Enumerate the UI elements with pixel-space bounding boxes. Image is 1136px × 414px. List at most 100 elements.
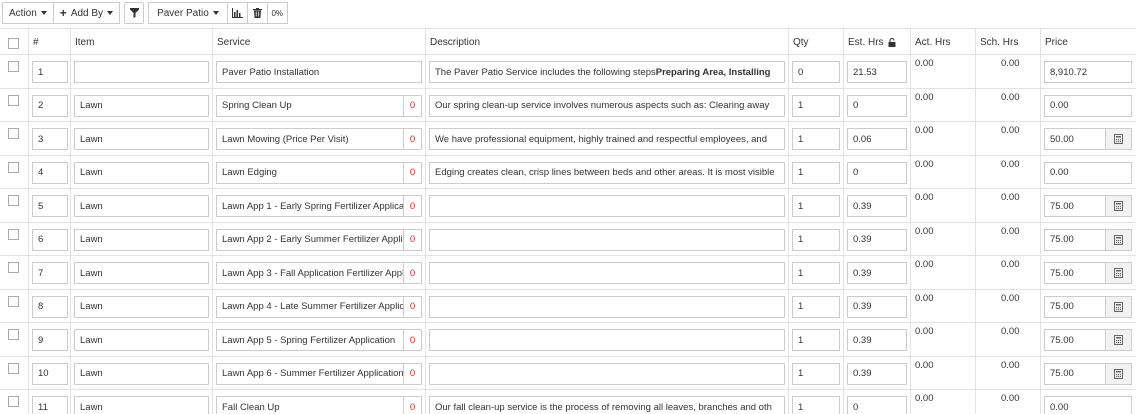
est-hrs-input[interactable]: 21.53 [847,61,907,83]
service-count-badge[interactable]: 0 [404,94,422,117]
service-input[interactable]: Lawn App 1 - Early Spring Fertilizer App… [216,195,404,217]
service-count-badge[interactable]: 0 [404,128,422,150]
description-input[interactable] [429,329,785,351]
service-count-badge[interactable]: 0 [404,329,422,351]
qty-input[interactable]: 1 [792,329,840,351]
row-checkbox[interactable] [8,362,19,374]
price-input[interactable]: 75.00 [1044,195,1106,217]
row-checkbox[interactable] [8,396,19,407]
service-input[interactable]: Lawn App 4 - Late Summer Fertilizer Appl… [216,295,404,318]
description-input[interactable]: Our fall clean-up service is the process… [429,396,785,414]
row-number-input[interactable]: 4 [32,161,68,184]
price-input[interactable]: 75.00 [1044,262,1106,284]
price-calculator-button[interactable] [1106,128,1132,150]
row-number-input[interactable]: 7 [32,262,68,284]
service-input[interactable]: Paver Patio Installation [216,61,422,83]
item-input[interactable]: Lawn [74,161,209,184]
row-checkbox[interactable] [8,128,19,139]
qty-input[interactable]: 1 [792,362,840,385]
est-hrs-input[interactable]: 0 [847,396,907,414]
description-input[interactable] [429,362,785,385]
qty-input[interactable]: 1 [792,295,840,318]
est-hrs-input[interactable]: 0 [847,94,907,117]
service-input[interactable]: Spring Clean Up [216,94,404,117]
price-input[interactable]: 0.00 [1044,94,1132,117]
service-input[interactable]: Lawn Edging [216,161,404,184]
qty-input[interactable]: 1 [792,94,840,117]
row-checkbox[interactable] [8,161,19,173]
est-hrs-input[interactable]: 0.06 [847,128,907,150]
row-checkbox[interactable] [8,94,19,106]
est-hrs-input[interactable]: 0.39 [847,195,907,217]
price-calculator-button[interactable] [1106,262,1132,284]
row-number-input[interactable]: 8 [32,295,68,318]
service-input[interactable]: Lawn Mowing (Price Per Visit) [216,128,404,150]
est-hrs-input[interactable]: 0.39 [847,262,907,284]
description-input[interactable]: Our spring clean-up service involves num… [429,94,785,117]
row-checkbox[interactable] [8,329,19,340]
qty-input[interactable]: 1 [792,195,840,217]
row-number-input[interactable]: 10 [32,362,68,385]
description-input[interactable] [429,195,785,217]
row-checkbox[interactable] [8,195,19,206]
price-calculator-button[interactable] [1106,195,1132,217]
description-input[interactable] [429,295,785,318]
item-input[interactable]: Lawn [74,295,209,318]
service-input[interactable]: Lawn App 2 - Early Summer Fertilizer App… [216,228,404,251]
price-calculator-button[interactable] [1106,295,1132,318]
row-checkbox[interactable] [8,228,19,240]
price-input[interactable]: 75.00 [1044,329,1106,351]
filter-button[interactable] [124,2,145,24]
percent-button[interactable]: 0% [267,2,288,24]
select-all-checkbox[interactable] [8,38,19,49]
row-number-input[interactable]: 1 [32,61,68,83]
service-input[interactable]: Lawn App 5 - Spring Fertilizer Applicati… [216,329,404,351]
service-dropdown-button[interactable]: Paver Patio [148,2,228,24]
est-hrs-input[interactable]: 0.39 [847,329,907,351]
row-number-input[interactable]: 2 [32,94,68,117]
service-count-badge[interactable]: 0 [404,262,422,284]
delete-button[interactable] [247,2,268,24]
price-input[interactable]: 0.00 [1044,396,1132,414]
item-input[interactable]: Lawn [74,128,209,150]
row-number-input[interactable]: 11 [32,396,68,414]
service-count-badge[interactable]: 0 [404,295,422,318]
action-dropdown-button[interactable]: Action [2,2,54,24]
price-input[interactable]: 0.00 [1044,161,1132,184]
description-input[interactable] [429,262,785,284]
est-hrs-input[interactable]: 0.39 [847,362,907,385]
price-input[interactable]: 50.00 [1044,128,1106,150]
service-count-badge[interactable]: 0 [404,228,422,251]
service-count-badge[interactable]: 0 [404,396,422,414]
item-input[interactable]: Lawn [74,228,209,251]
price-input[interactable]: 75.00 [1044,295,1106,318]
row-checkbox[interactable] [8,262,19,273]
service-count-badge[interactable]: 0 [404,195,422,217]
qty-input[interactable]: 1 [792,228,840,251]
add-by-dropdown-button[interactable]: + Add By [53,2,121,24]
price-calculator-button[interactable] [1106,329,1132,351]
description-input[interactable]: Edging creates clean, crisp lines betwee… [429,161,785,184]
item-input[interactable]: Lawn [74,262,209,284]
qty-input[interactable]: 1 [792,128,840,150]
service-input[interactable]: Fall Clean Up [216,396,404,414]
qty-input[interactable]: 1 [792,396,840,414]
row-checkbox[interactable] [8,61,19,72]
price-input[interactable]: 8,910.72 [1044,61,1132,83]
chart-button[interactable] [227,2,248,24]
qty-input[interactable]: 1 [792,161,840,184]
est-hrs-input[interactable]: 0.39 [847,228,907,251]
price-calculator-button[interactable] [1106,362,1132,385]
qty-input[interactable]: 1 [792,262,840,284]
price-calculator-button[interactable] [1106,228,1132,251]
row-checkbox[interactable] [8,295,19,307]
service-count-badge[interactable]: 0 [404,362,422,385]
row-number-input[interactable]: 3 [32,128,68,150]
service-input[interactable]: Lawn App 3 - Fall Application Fertilizer… [216,262,404,284]
qty-input[interactable]: 0 [792,61,840,83]
est-hrs-input[interactable]: 0 [847,161,907,184]
item-input[interactable]: Lawn [74,94,209,117]
service-count-badge[interactable]: 0 [404,161,422,184]
price-input[interactable]: 75.00 [1044,228,1106,251]
est-hrs-input[interactable]: 0.39 [847,295,907,318]
